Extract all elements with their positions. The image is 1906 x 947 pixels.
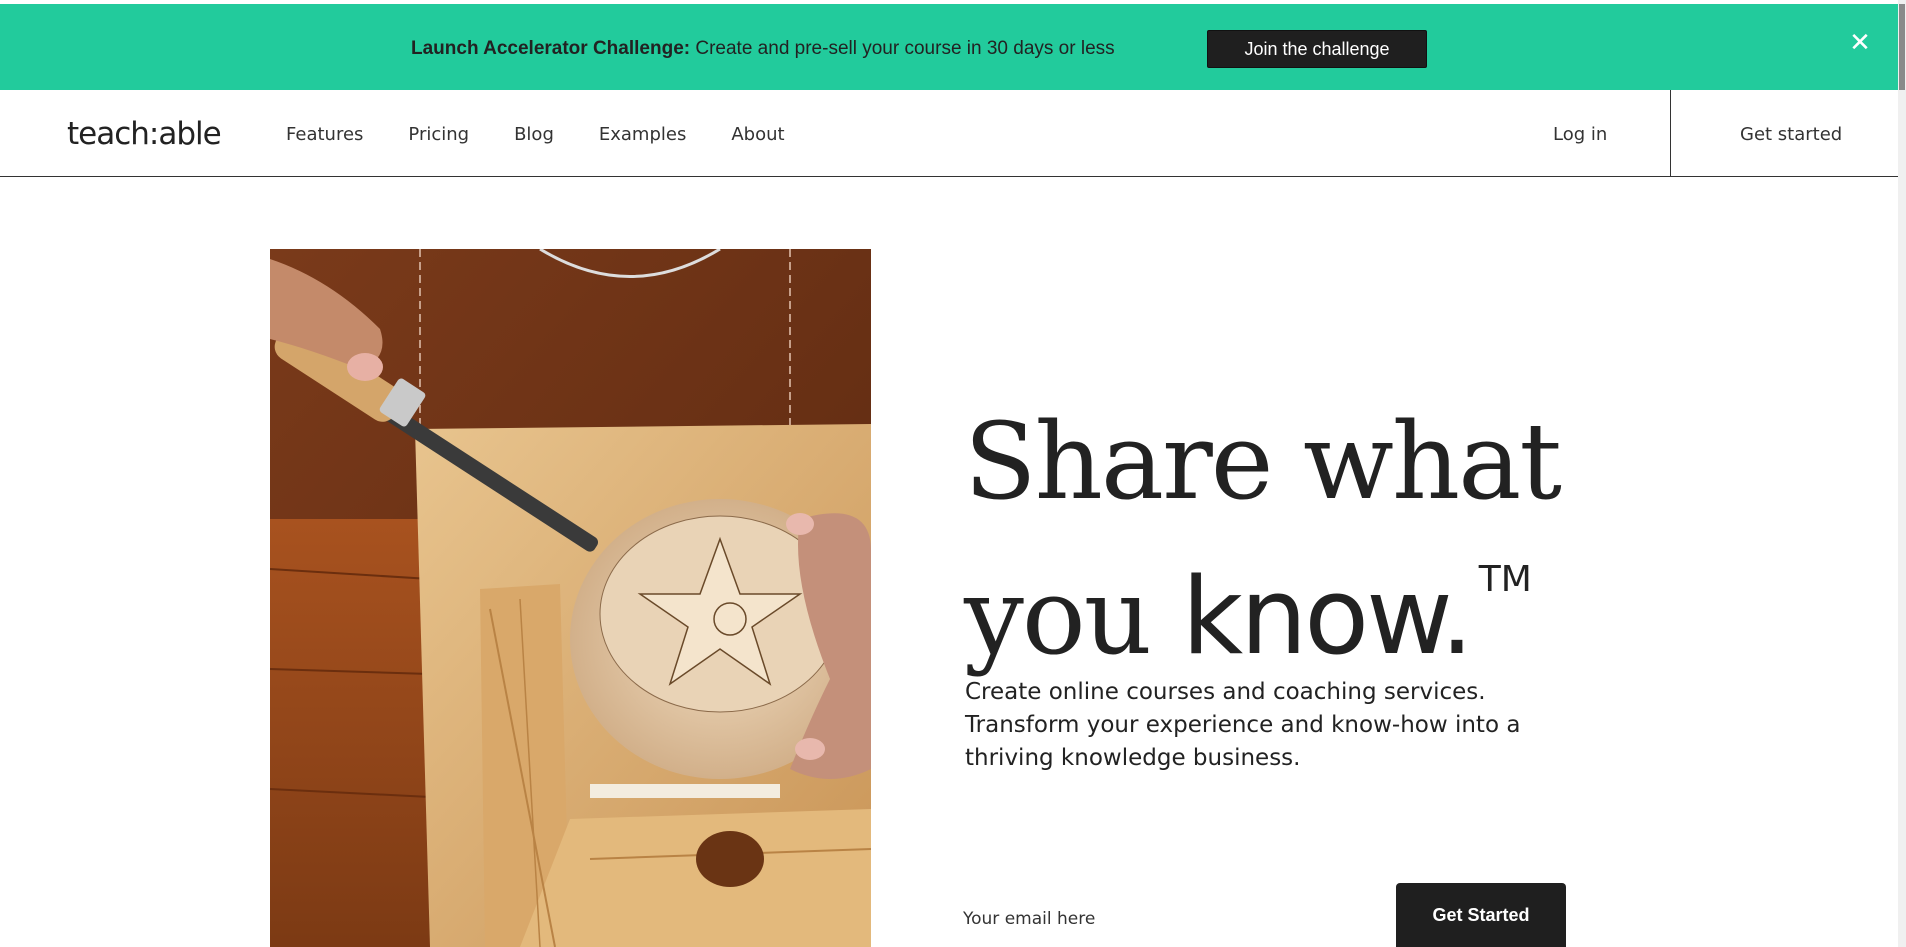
banner-description: Create and pre-sell your course in 30 da… <box>695 38 1115 59</box>
nav-link-examples[interactable]: Examples <box>599 124 686 145</box>
nav-link-blog[interactable]: Blog <box>514 124 554 145</box>
banner-message: Launch Accelerator Challenge: Create and… <box>411 38 1115 60</box>
headline-know: know. <box>1181 555 1474 678</box>
nav-divider <box>1670 90 1671 177</box>
get-started-link[interactable]: Get started <box>1740 124 1842 145</box>
nav-link-about[interactable]: About <box>731 124 784 145</box>
top-navigation: teach:able Features Pricing Blog Example… <box>0 90 1898 177</box>
hero-wood-carving-image <box>270 249 871 947</box>
login-link[interactable]: Log in <box>1553 124 1607 145</box>
nav-links: Features Pricing Blog Examples About <box>286 124 830 145</box>
close-icon[interactable]: ✕ <box>1848 29 1872 55</box>
teachable-logo[interactable]: teach:able <box>67 116 222 152</box>
join-challenge-button[interactable]: Join the challenge <box>1207 30 1427 68</box>
nav-link-pricing[interactable]: Pricing <box>408 124 469 145</box>
banner-title: Launch Accelerator Challenge: <box>411 38 691 59</box>
headline-you: you <box>964 555 1152 678</box>
hero-headline: Share what you know. TM <box>964 400 1562 678</box>
trademark-symbol: TM <box>1478 559 1532 600</box>
hero-subtext: Create online courses and coaching servi… <box>965 679 1521 771</box>
announcement-banner: Launch Accelerator Challenge: Create and… <box>0 4 1898 90</box>
nav-link-features[interactable]: Features <box>286 124 363 145</box>
get-started-button[interactable]: Get Started <box>1396 883 1566 947</box>
scrollbar-track[interactable] <box>1898 0 1906 947</box>
scrollbar-thumb[interactable] <box>1899 4 1905 90</box>
email-field[interactable] <box>963 902 1363 936</box>
headline-line-1: Share what <box>964 400 1562 523</box>
